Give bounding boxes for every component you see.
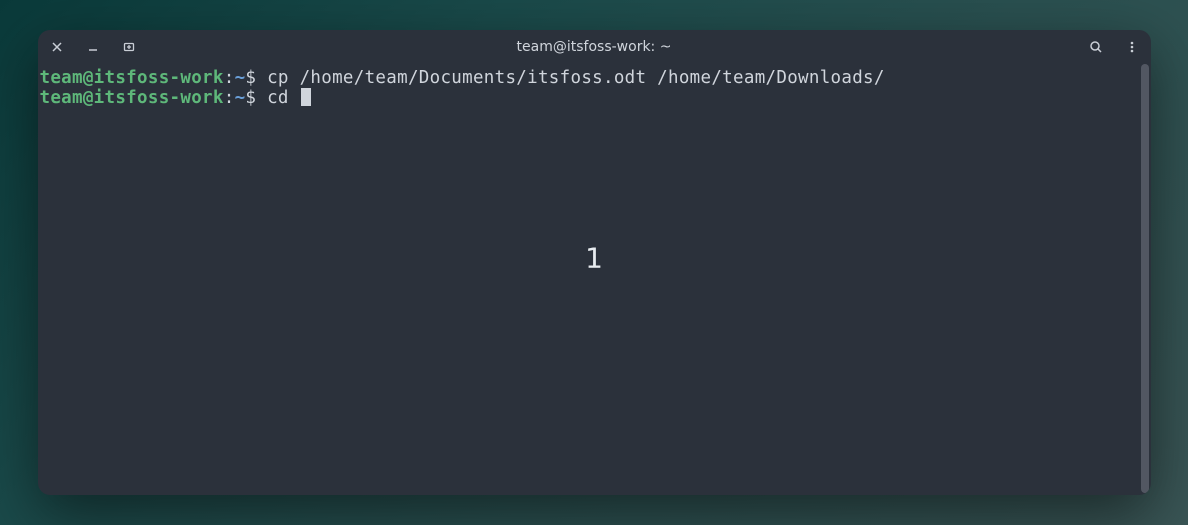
terminal-window: team@itsfoss-work: ~ team@itsfoss-work:~… bbox=[38, 30, 1151, 495]
prompt-path: ~ bbox=[235, 68, 246, 88]
scrollbar-track[interactable] bbox=[1141, 64, 1149, 493]
titlebar-left-controls bbox=[50, 40, 136, 54]
window-title: team@itsfoss-work: ~ bbox=[517, 39, 672, 55]
prompt-userhost: team@itsfoss-work bbox=[40, 88, 224, 108]
menu-icon[interactable] bbox=[1125, 40, 1139, 54]
prompt-path: ~ bbox=[235, 88, 246, 108]
terminal-line: team@itsfoss-work:~$ cd bbox=[40, 88, 1149, 108]
terminal-line: team@itsfoss-work:~$ cp /home/team/Docum… bbox=[40, 68, 1149, 88]
prompt-colon: : bbox=[224, 88, 235, 108]
prompt-dollar: $ bbox=[245, 88, 267, 108]
search-icon[interactable] bbox=[1089, 40, 1103, 54]
prompt-userhost: team@itsfoss-work bbox=[40, 68, 224, 88]
titlebar: team@itsfoss-work: ~ bbox=[38, 30, 1151, 64]
terminal-body[interactable]: team@itsfoss-work:~$ cp /home/team/Docum… bbox=[38, 64, 1151, 495]
command-text: cp /home/team/Documents/itsfoss.odt /hom… bbox=[267, 68, 885, 88]
new-tab-icon[interactable] bbox=[122, 40, 136, 54]
minimize-icon[interactable] bbox=[86, 40, 100, 54]
close-icon[interactable] bbox=[50, 40, 64, 54]
prompt-colon: : bbox=[224, 68, 235, 88]
prompt-dollar: $ bbox=[245, 68, 267, 88]
command-text: cd bbox=[267, 88, 300, 108]
overlay-number: 1 bbox=[585, 241, 603, 274]
terminal-content: team@itsfoss-work:~$ cp /home/team/Docum… bbox=[40, 68, 1149, 108]
titlebar-right-controls bbox=[1089, 40, 1139, 54]
cursor bbox=[301, 88, 311, 106]
scrollbar-thumb[interactable] bbox=[1141, 64, 1149, 493]
